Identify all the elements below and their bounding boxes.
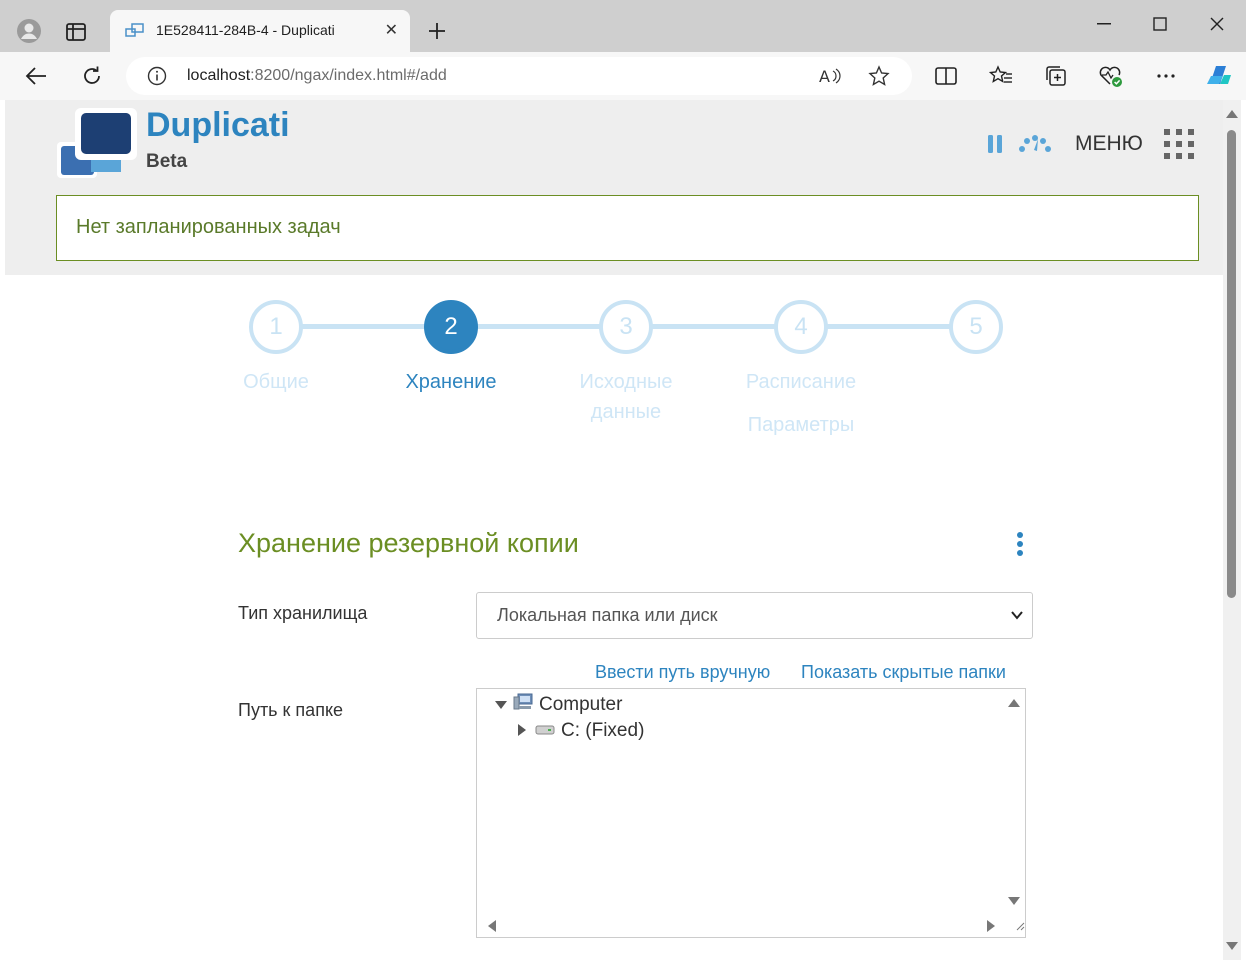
brand-edition: Beta [146, 151, 188, 172]
duplicati-logo-icon[interactable] [55, 108, 137, 180]
tree-scroll-right-icon[interactable] [985, 919, 997, 933]
tree-scroll-left-icon[interactable] [486, 919, 498, 933]
collapsed-triangle-icon[interactable] [517, 720, 535, 742]
step-3-label-line2: данные [590, 401, 662, 423]
site-info-icon[interactable] [146, 65, 168, 87]
scroll-down-icon[interactable] [1225, 940, 1239, 952]
step-5-circle[interactable]: 5 [949, 300, 1003, 354]
step-4-label[interactable]: Расписание [721, 367, 881, 397]
step-1-label[interactable]: Общие [196, 367, 356, 397]
section-options-icon[interactable] [1015, 532, 1025, 562]
close-tab-icon[interactable]: ✕ [385, 20, 398, 39]
folder-tree[interactable]: Computer C: (Fixed) [476, 688, 1026, 938]
manual-path-link[interactable]: Ввести путь вручную [595, 662, 770, 683]
expanded-triangle-icon[interactable] [495, 694, 513, 716]
svg-text:A: A [819, 67, 830, 85]
browser-toolbar: localhost:8200/ngax/index.html#/add A [0, 52, 1246, 100]
brand-name[interactable]: Duplicati [146, 106, 290, 145]
reload-icon[interactable] [78, 62, 106, 90]
tree-node-label: Computer [539, 694, 623, 715]
scroll-up-icon[interactable] [1225, 108, 1239, 120]
favorite-star-icon[interactable] [867, 65, 891, 87]
maximize-icon[interactable] [1146, 10, 1174, 38]
tree-node-label: C: (Fixed) [561, 720, 645, 741]
menu-button[interactable]: МЕНЮ [1075, 132, 1143, 156]
chevron-down-icon [1010, 607, 1024, 626]
step-2-label[interactable]: Хранение [371, 367, 531, 397]
step-connector [475, 324, 600, 329]
step-2-circle[interactable]: 2 [424, 300, 478, 354]
show-hidden-folders-link[interactable]: Показать скрытые папки [801, 662, 1006, 683]
browser-tab[interactable]: 1E528411-284B-4 - Duplicati ✕ [110, 10, 410, 52]
more-options-icon[interactable] [1152, 62, 1180, 90]
page-viewport: Duplicati Beta МЕНЮ Нет запланированных … [5, 100, 1223, 960]
notice-text: Нет запланированных задач [76, 216, 341, 238]
pause-icon[interactable] [983, 132, 1007, 156]
step-1-circle[interactable]: 1 [249, 300, 303, 354]
tree-node-drive-c[interactable]: C: (Fixed) [517, 720, 644, 742]
step-4-circle[interactable]: 4 [774, 300, 828, 354]
page-scrollbar[interactable] [1223, 100, 1241, 960]
back-icon[interactable] [22, 62, 50, 90]
step-connector [650, 324, 775, 329]
collections-icon[interactable] [1042, 62, 1070, 90]
tree-scroll-up-icon[interactable] [1007, 697, 1021, 709]
close-window-icon[interactable] [1203, 10, 1231, 38]
storage-type-value: Локальная папка или диск [497, 605, 718, 625]
status-notice: Нет запланированных задач [56, 195, 1199, 261]
step-connector [825, 324, 950, 329]
read-aloud-icon[interactable]: A [818, 65, 842, 87]
step-5-label[interactable]: Параметры [721, 410, 881, 440]
menu-grid-icon[interactable] [1161, 126, 1197, 162]
copilot-icon[interactable] [1203, 61, 1233, 91]
minimize-icon[interactable] [1090, 10, 1118, 38]
resize-handle-icon[interactable] [1015, 921, 1025, 931]
tree-scroll-down-icon[interactable] [1007, 895, 1021, 907]
url-host: localhost [187, 67, 251, 84]
profile-icon[interactable] [14, 16, 44, 46]
scroll-thumb[interactable] [1227, 130, 1236, 598]
section-title: Хранение резервной копии [238, 528, 579, 558]
drive-icon [535, 720, 561, 742]
split-screen-icon[interactable] [932, 62, 960, 90]
app-header: Duplicati Beta МЕНЮ Нет запланированных … [5, 100, 1223, 275]
storage-type-select[interactable]: Локальная папка или диск [476, 592, 1033, 639]
address-bar[interactable]: localhost:8200/ngax/index.html#/add A [126, 57, 912, 95]
url-path: :8200/ngax/index.html#/add [250, 67, 447, 84]
browser-essentials-icon[interactable] [1097, 62, 1125, 90]
folder-path-label: Путь к папке [238, 700, 344, 720]
step-3-circle[interactable]: 3 [599, 300, 653, 354]
tab-actions-icon[interactable] [62, 18, 90, 46]
url-text[interactable]: localhost:8200/ngax/index.html#/add [187, 67, 447, 85]
tree-node-computer[interactable]: Computer [495, 693, 622, 717]
step-3-label-line1: Исходные [579, 371, 673, 393]
tab-title: 1E528411-284B-4 - Duplicati [156, 22, 335, 38]
step-connector [300, 324, 425, 329]
browser-titlebar: 1E528411-284B-4 - Duplicati ✕ [0, 0, 1246, 52]
computer-icon [513, 693, 539, 717]
step-3-label[interactable]: Исходные данные [546, 367, 706, 427]
throttle-speed-icon[interactable] [1015, 130, 1055, 156]
new-tab-icon[interactable] [424, 18, 450, 44]
favorites-icon[interactable] [987, 62, 1015, 90]
duplicati-favicon-icon [124, 23, 146, 43]
storage-type-label: Тип хранилища [238, 603, 368, 623]
